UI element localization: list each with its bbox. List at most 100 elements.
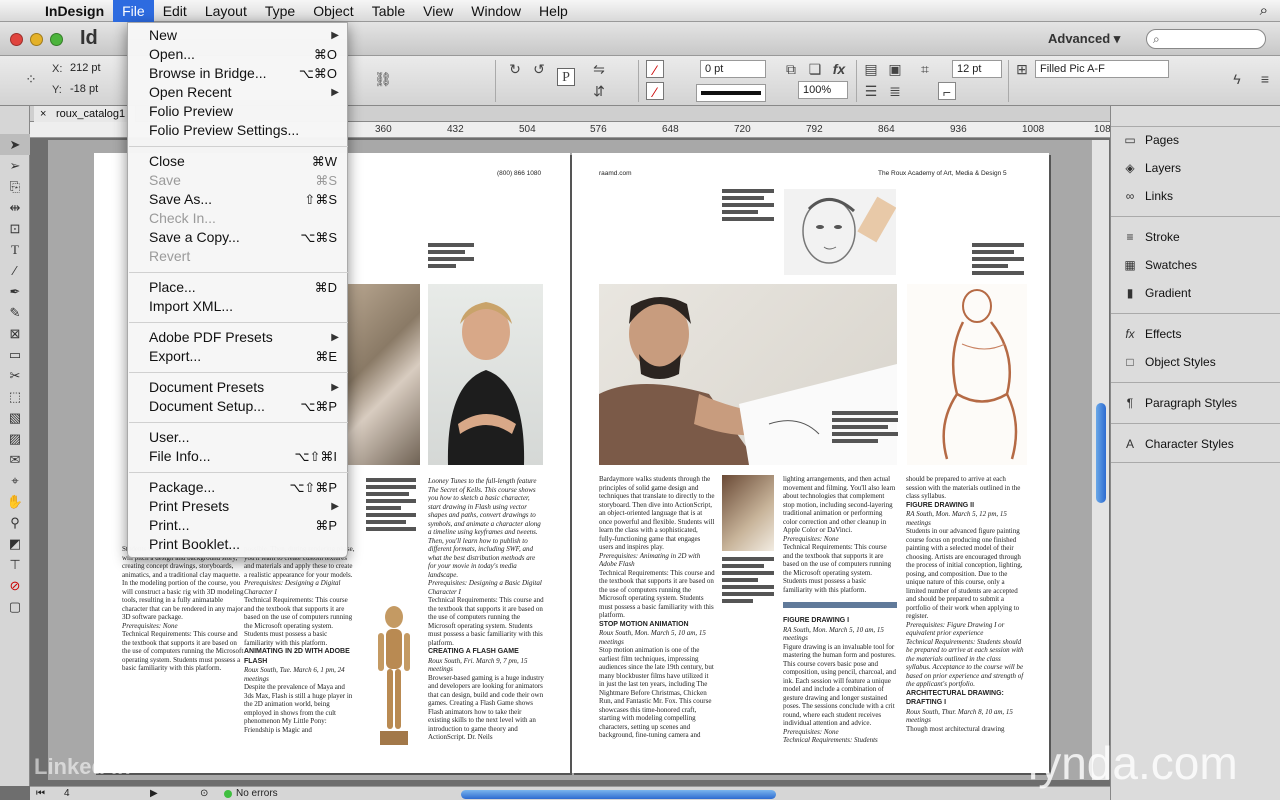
opacity-field[interactable]: 100% [798,81,848,99]
menu-item-folio-preview[interactable]: Folio Preview [128,102,349,121]
screen-mode-icon[interactable]: ▢ [0,596,30,617]
pencil-tool-icon[interactable]: ✎ [0,302,30,323]
panel-effects[interactable]: fx Effects [1121,324,1181,344]
help-search-input[interactable]: ⌕ [1146,29,1266,49]
student-photo-woman[interactable] [428,284,543,465]
menu-item-user[interactable]: User... [128,428,349,447]
menu-type[interactable]: Type [256,0,304,22]
object-style-icon[interactable]: ⊞ [1013,60,1031,78]
panel-gradient[interactable]: ▮ Gradient [1121,283,1191,303]
close-window-button[interactable] [10,33,23,46]
constrain-proportions-icon[interactable]: ⛓ [374,70,392,88]
close-tab-icon[interactable]: × [40,106,46,122]
drop-shadow-icon[interactable]: ❏ [806,60,824,78]
sketchbook-photo[interactable] [722,475,774,551]
corner-offset-field[interactable]: 12 pt [952,60,1002,78]
vertical-scrollbar[interactable] [1091,140,1109,780]
align-center-icon[interactable]: ☰ [862,82,880,100]
selected-frame-bar[interactable] [783,602,897,608]
pen-tool-icon[interactable]: ✒ [0,281,30,302]
fill-stroke-icon[interactable]: ◩ [0,533,30,554]
stroke-swatch-icon[interactable]: ⁄ [646,82,664,100]
zoom-window-button[interactable] [50,33,63,46]
rectangle-tool-icon[interactable]: ▭ [0,344,30,365]
object-style-dropdown[interactable]: Filled Pic A-F [1035,60,1169,78]
menu-item-save-as[interactable]: Save As... ⇧⌘S [128,190,349,209]
line-tool-icon[interactable]: ⁄ [0,260,30,281]
menu-item-file-info[interactable]: File Info... ⌥⇧⌘I [128,447,349,466]
menu-item-document-setup[interactable]: Document Setup... ⌥⌘P [128,397,349,416]
free-transform-tool-icon[interactable]: ⬚ [0,386,30,407]
direct-selection-tool-icon[interactable]: ➢ [0,155,30,176]
page-number-field[interactable]: 4 [64,787,70,800]
corner-shape-icon[interactable]: ⌐ [938,82,956,100]
menu-item-document-presets[interactable]: Document Presets ▶ [128,378,349,397]
gradient-swatch-tool-icon[interactable]: ▧ [0,407,30,428]
eyedropper-tool-icon[interactable]: ⌖ [0,470,30,491]
menu-file[interactable]: File [113,0,154,22]
next-page-icon[interactable]: ▶ [150,787,158,800]
apply-none-icon[interactable]: ⊘ [0,575,30,596]
type-tool-icon[interactable]: T [0,239,30,260]
menu-item-adobe-pdf-presets[interactable]: Adobe PDF Presets ▶ [128,328,349,347]
panel-layers[interactable]: ◈ Layers [1121,158,1181,178]
reference-point-icon[interactable]: ⁘ [22,70,40,88]
menu-item-print-presets[interactable]: Print Presets ▶ [128,497,349,516]
panel-pages[interactable]: ▭ Pages [1121,130,1179,150]
page-tool-icon[interactable]: ⎘ [0,176,30,197]
right-page[interactable]: raamd.com The Roux Academy of Art, Media… [572,153,1049,773]
fill-swatch-icon[interactable]: ⁄ [646,60,664,78]
workspace-switcher[interactable]: Advanced ▾ [1048,31,1120,47]
menu-item-save-a-copy[interactable]: Save a Copy... ⌥⌘S [128,228,349,247]
text-wrap-icon[interactable]: ▤ [862,60,880,78]
fitting-icon[interactable]: ⧉ [782,60,800,78]
x-position-field[interactable]: 212 pt [66,60,126,78]
menu-window[interactable]: Window [462,0,530,22]
fx-icon[interactable]: fx [830,60,848,78]
y-position-field[interactable]: -18 pt [66,81,126,99]
panel-stroke[interactable]: ≡ Stroke [1121,227,1179,247]
menu-view[interactable]: View [414,0,462,22]
spotlight-search-icon[interactable]: ⌕ [1260,2,1268,19]
text-frame-icon[interactable]: P [557,68,575,86]
flip-vertical-icon[interactable]: ⇵ [590,82,608,100]
panel-menu-icon[interactable]: ≡ [1256,70,1274,88]
menu-item-print[interactable]: Print... ⌘P [128,516,349,535]
menu-item-browse-in-bridge[interactable]: Browse in Bridge... ⌥⌘O [128,64,349,83]
menu-item-export[interactable]: Export... ⌘E [128,347,349,366]
menu-item-folio-preview-settings[interactable]: Folio Preview Settings... [128,121,349,140]
menu-item-close[interactable]: Close ⌘W [128,152,349,171]
scissors-tool-icon[interactable]: ✂ [0,365,30,386]
preflight-icon[interactable]: ⊙ [200,787,208,800]
preflight-errors-label[interactable]: No errors [236,787,278,800]
menu-item-package[interactable]: Package... ⌥⇧⌘P [128,478,349,497]
zoom-tool-icon[interactable]: ⚲ [0,512,30,533]
gradient-feather-tool-icon[interactable]: ▨ [0,428,30,449]
menu-item-open[interactable]: Open... ⌘O [128,45,349,64]
content-collector-icon[interactable]: ⊡ [0,218,30,239]
vertical-scroll-thumb[interactable] [1096,403,1106,503]
menu-item-import-xml[interactable]: Import XML... [128,297,349,316]
menu-layout[interactable]: Layout [196,0,256,22]
document-tab[interactable]: × roux_catalog1 [34,106,137,122]
student-photo-left[interactable] [346,284,420,465]
rotate-cw-icon[interactable]: ↻ [506,60,524,78]
selection-tool-icon[interactable]: ➤ [0,134,30,155]
note-tool-icon[interactable]: ✉ [0,449,30,470]
crop-icon[interactable]: ⌗ [916,60,934,78]
align-bottom-icon[interactable]: ≣ [886,82,904,100]
quick-apply-icon[interactable]: ϟ [1228,70,1246,88]
panel-paragraph-styles[interactable]: ¶ Paragraph Styles [1121,393,1237,413]
hand-tool-icon[interactable]: ✋ [0,491,30,512]
menu-item-place[interactable]: Place... ⌘D [128,278,349,297]
wrap-around-icon[interactable]: ▣ [886,60,904,78]
menu-item-open-recent[interactable]: Open Recent ▶ [128,83,349,102]
menu-help[interactable]: Help [530,0,577,22]
panel-swatches[interactable]: ▦ Swatches [1121,255,1197,275]
rectangle-frame-tool-icon[interactable]: ⊠ [0,323,30,344]
wooden-mannequin-photo[interactable] [370,603,418,753]
menu-table[interactable]: Table [363,0,414,22]
panel-object-styles[interactable]: □ Object Styles [1121,352,1215,372]
menu-edit[interactable]: Edit [154,0,196,22]
sketch-portrait-photo[interactable] [784,189,896,275]
